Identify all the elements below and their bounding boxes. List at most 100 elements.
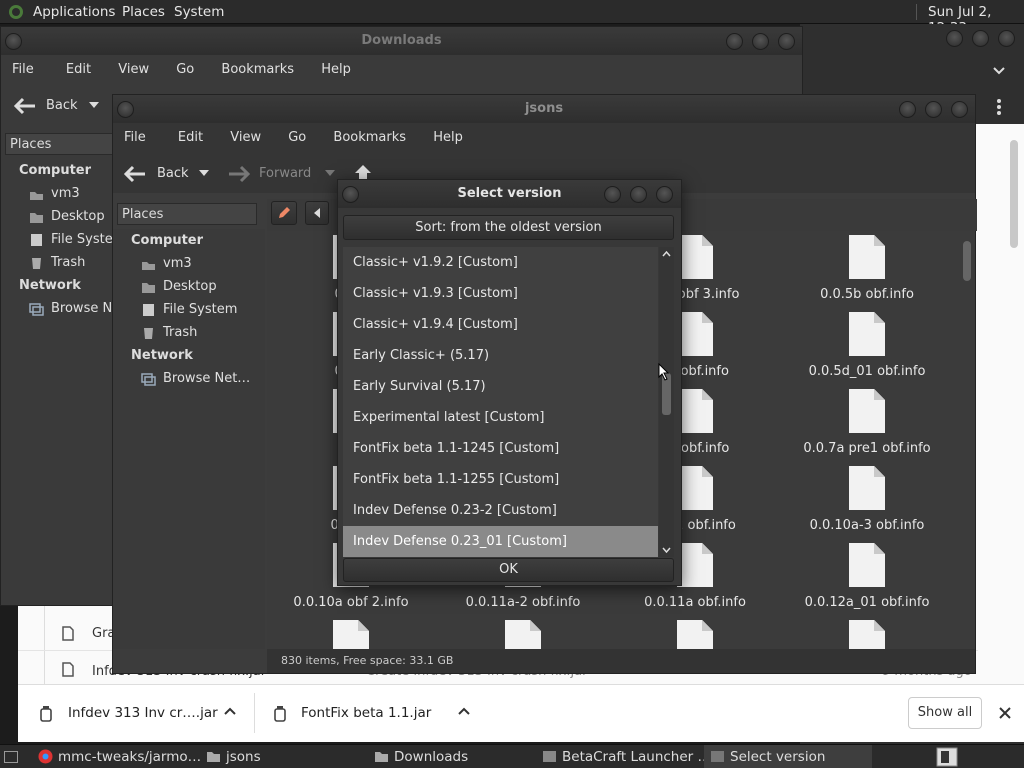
file-item[interactable]: 0.0.7a pre1 obf.info <box>787 389 947 456</box>
file-label: 0.0.5d_01 obf.info <box>808 364 926 379</box>
version-list[interactable]: Classic+ v1.9.2 [Custom] Classic+ v1.9.3 … <box>343 247 658 557</box>
menu-view[interactable]: View <box>97 55 149 77</box>
path-left-button[interactable] <box>305 201 329 225</box>
version-list-item[interactable]: FontFix beta 1.1-1255 [Custom] <box>343 464 658 495</box>
back-label[interactable]: Back <box>157 166 189 181</box>
forward-label[interactable]: Forward <box>259 166 311 181</box>
dropdown-arrow-icon[interactable] <box>325 170 335 176</box>
file-item[interactable] <box>443 620 603 649</box>
scroll-up-icon[interactable] <box>662 251 671 257</box>
sidebar-item-vm3[interactable]: vm3 <box>9 182 113 205</box>
applications-menu[interactable]: Applications <box>33 4 115 20</box>
kebab-menu-icon[interactable] <box>996 98 1002 116</box>
back-arrow-icon[interactable] <box>13 97 37 115</box>
jsons-minimize-button[interactable] <box>899 101 916 118</box>
scroll-down-icon[interactable] <box>662 547 671 553</box>
task-browser[interactable]: mmc-tweaks/jarmo… <box>32 745 201 768</box>
chrome-icon <box>38 749 53 764</box>
dropdown-arrow-icon[interactable] <box>89 102 99 108</box>
sidebar-item-browse-network[interactable]: Browse Network <box>9 297 157 320</box>
file-item[interactable]: 0.0.5d_01 obf.info <box>787 312 947 379</box>
sidebar-item-desktop[interactable]: Desktop <box>9 205 113 228</box>
version-list-item[interactable]: Early Survival (5.17) <box>343 371 658 402</box>
jsons-sidebar-selector[interactable]: Places <box>117 203 257 225</box>
file-item[interactable]: 0.0.5b obf.info <box>787 235 947 302</box>
downloads-minimize-button[interactable] <box>726 33 743 50</box>
show-desktop-icon[interactable] <box>4 751 18 763</box>
sidebar-item-browse-network[interactable]: Browse Net… <box>121 367 265 390</box>
version-list-item[interactable]: Classic+ v1.9.3 [Custom] <box>343 278 658 309</box>
task-downloads[interactable]: Downloads <box>368 745 536 768</box>
downloads-sidebar-selector[interactable]: Places <box>5 133 113 155</box>
dialog-window-menu-button[interactable] <box>342 186 359 203</box>
file-item[interactable]: 0.0.12a_01 obf.info <box>787 543 947 610</box>
task-betacraft[interactable]: BetaCraft Launcher … <box>536 745 711 768</box>
file-item[interactable]: 0.0.10a-3 obf.info <box>787 466 947 533</box>
jsons-window-menu-button[interactable] <box>117 101 134 118</box>
task-select-version[interactable]: Select version <box>704 745 872 768</box>
chevron-up-icon[interactable] <box>458 707 470 715</box>
task-jsons[interactable]: jsons <box>200 745 368 768</box>
places-menu[interactable]: Places <box>122 4 165 20</box>
menu-help[interactable]: Help <box>300 55 351 77</box>
chevron-down-icon[interactable] <box>992 66 1006 76</box>
menu-go[interactable]: Go <box>267 123 306 145</box>
back-label[interactable]: Back <box>46 98 78 113</box>
file-item[interactable] <box>787 620 947 649</box>
sidebar-item-trash[interactable]: Trash <box>9 251 113 274</box>
edit-location-button[interactable] <box>271 201 297 225</box>
downloads-title[interactable]: Downloads <box>1 27 802 55</box>
file-view-scrollbar[interactable] <box>963 241 971 281</box>
sidebar-item-filesystem[interactable]: File System <box>121 298 265 321</box>
sidebar-item-desktop[interactable]: Desktop <box>121 275 265 298</box>
gnome-foot-icon[interactable] <box>8 4 24 20</box>
menu-edit[interactable]: Edit <box>152 123 203 145</box>
system-menu[interactable]: System <box>174 4 224 20</box>
version-list-item[interactable]: Classic+ v1.9.2 [Custom] <box>343 247 658 278</box>
sidebar-item-trash[interactable]: Trash <box>121 321 265 344</box>
ok-button[interactable]: OK <box>343 558 674 582</box>
version-list-item[interactable]: Early Classic+ (5.17) <box>343 340 658 371</box>
downloads-window-menu-button[interactable] <box>5 33 22 50</box>
chevron-up-icon[interactable] <box>224 707 236 715</box>
version-list-item[interactable]: Indev Defense 0.23_01 [Custom] <box>343 526 658 557</box>
menu-edit[interactable]: Edit <box>40 55 91 77</box>
jsons-maximize-button[interactable] <box>925 101 942 118</box>
menu-bookmarks[interactable]: Bookmarks <box>200 55 294 77</box>
sort-button[interactable]: Sort: from the oldest version <box>343 215 674 240</box>
file-item[interactable] <box>271 620 431 649</box>
back-arrow-icon[interactable] <box>123 165 147 183</box>
jsons-title[interactable]: jsons <box>113 95 975 123</box>
downloads-close-button[interactable] <box>778 33 795 50</box>
show-all-button[interactable]: Show all <box>908 697 982 729</box>
download-item-1[interactable]: Infdev 313 Inv cr….jar <box>68 705 218 721</box>
version-list-item[interactable]: FontFix beta 1.1-1245 [Custom] <box>343 433 658 464</box>
dropdown-arrow-icon[interactable] <box>199 170 209 176</box>
forward-arrow-icon[interactable] <box>227 165 251 183</box>
workspace-switcher-icon[interactable] <box>936 747 958 767</box>
version-list-item[interactable]: Experimental latest [Custom] <box>343 402 658 433</box>
jsons-close-button[interactable] <box>951 101 968 118</box>
dialog-maximize-button[interactable] <box>630 186 647 203</box>
browser-scrollbar[interactable] <box>1010 140 1018 248</box>
downloads-maximize-button[interactable] <box>752 33 769 50</box>
version-list-item[interactable]: Indev Defense 0.23-2 [Custom] <box>343 495 658 526</box>
menu-file[interactable]: File <box>1 55 34 77</box>
browser-close-button[interactable] <box>998 30 1015 47</box>
file-item[interactable] <box>615 620 775 649</box>
menu-go[interactable]: Go <box>155 55 194 77</box>
version-list-scrollbar[interactable] <box>659 247 674 557</box>
browser-maximize-button[interactable] <box>972 30 989 47</box>
menu-help[interactable]: Help <box>412 123 463 145</box>
version-list-item[interactable]: Classic+ v1.9.4 [Custom] <box>343 309 658 340</box>
menu-view[interactable]: View <box>209 123 261 145</box>
dialog-minimize-button[interactable] <box>604 186 621 203</box>
menu-bookmarks[interactable]: Bookmarks <box>312 123 406 145</box>
close-icon[interactable] <box>998 706 1012 720</box>
browser-minimize-button[interactable] <box>946 30 963 47</box>
sidebar-item-filesystem[interactable]: File System <box>9 228 125 251</box>
sidebar-item-vm3[interactable]: vm3 <box>121 252 265 275</box>
dialog-close-button[interactable] <box>656 186 673 203</box>
menu-file[interactable]: File <box>113 123 146 145</box>
download-item-2[interactable]: FontFix beta 1.1.jar <box>301 705 431 721</box>
